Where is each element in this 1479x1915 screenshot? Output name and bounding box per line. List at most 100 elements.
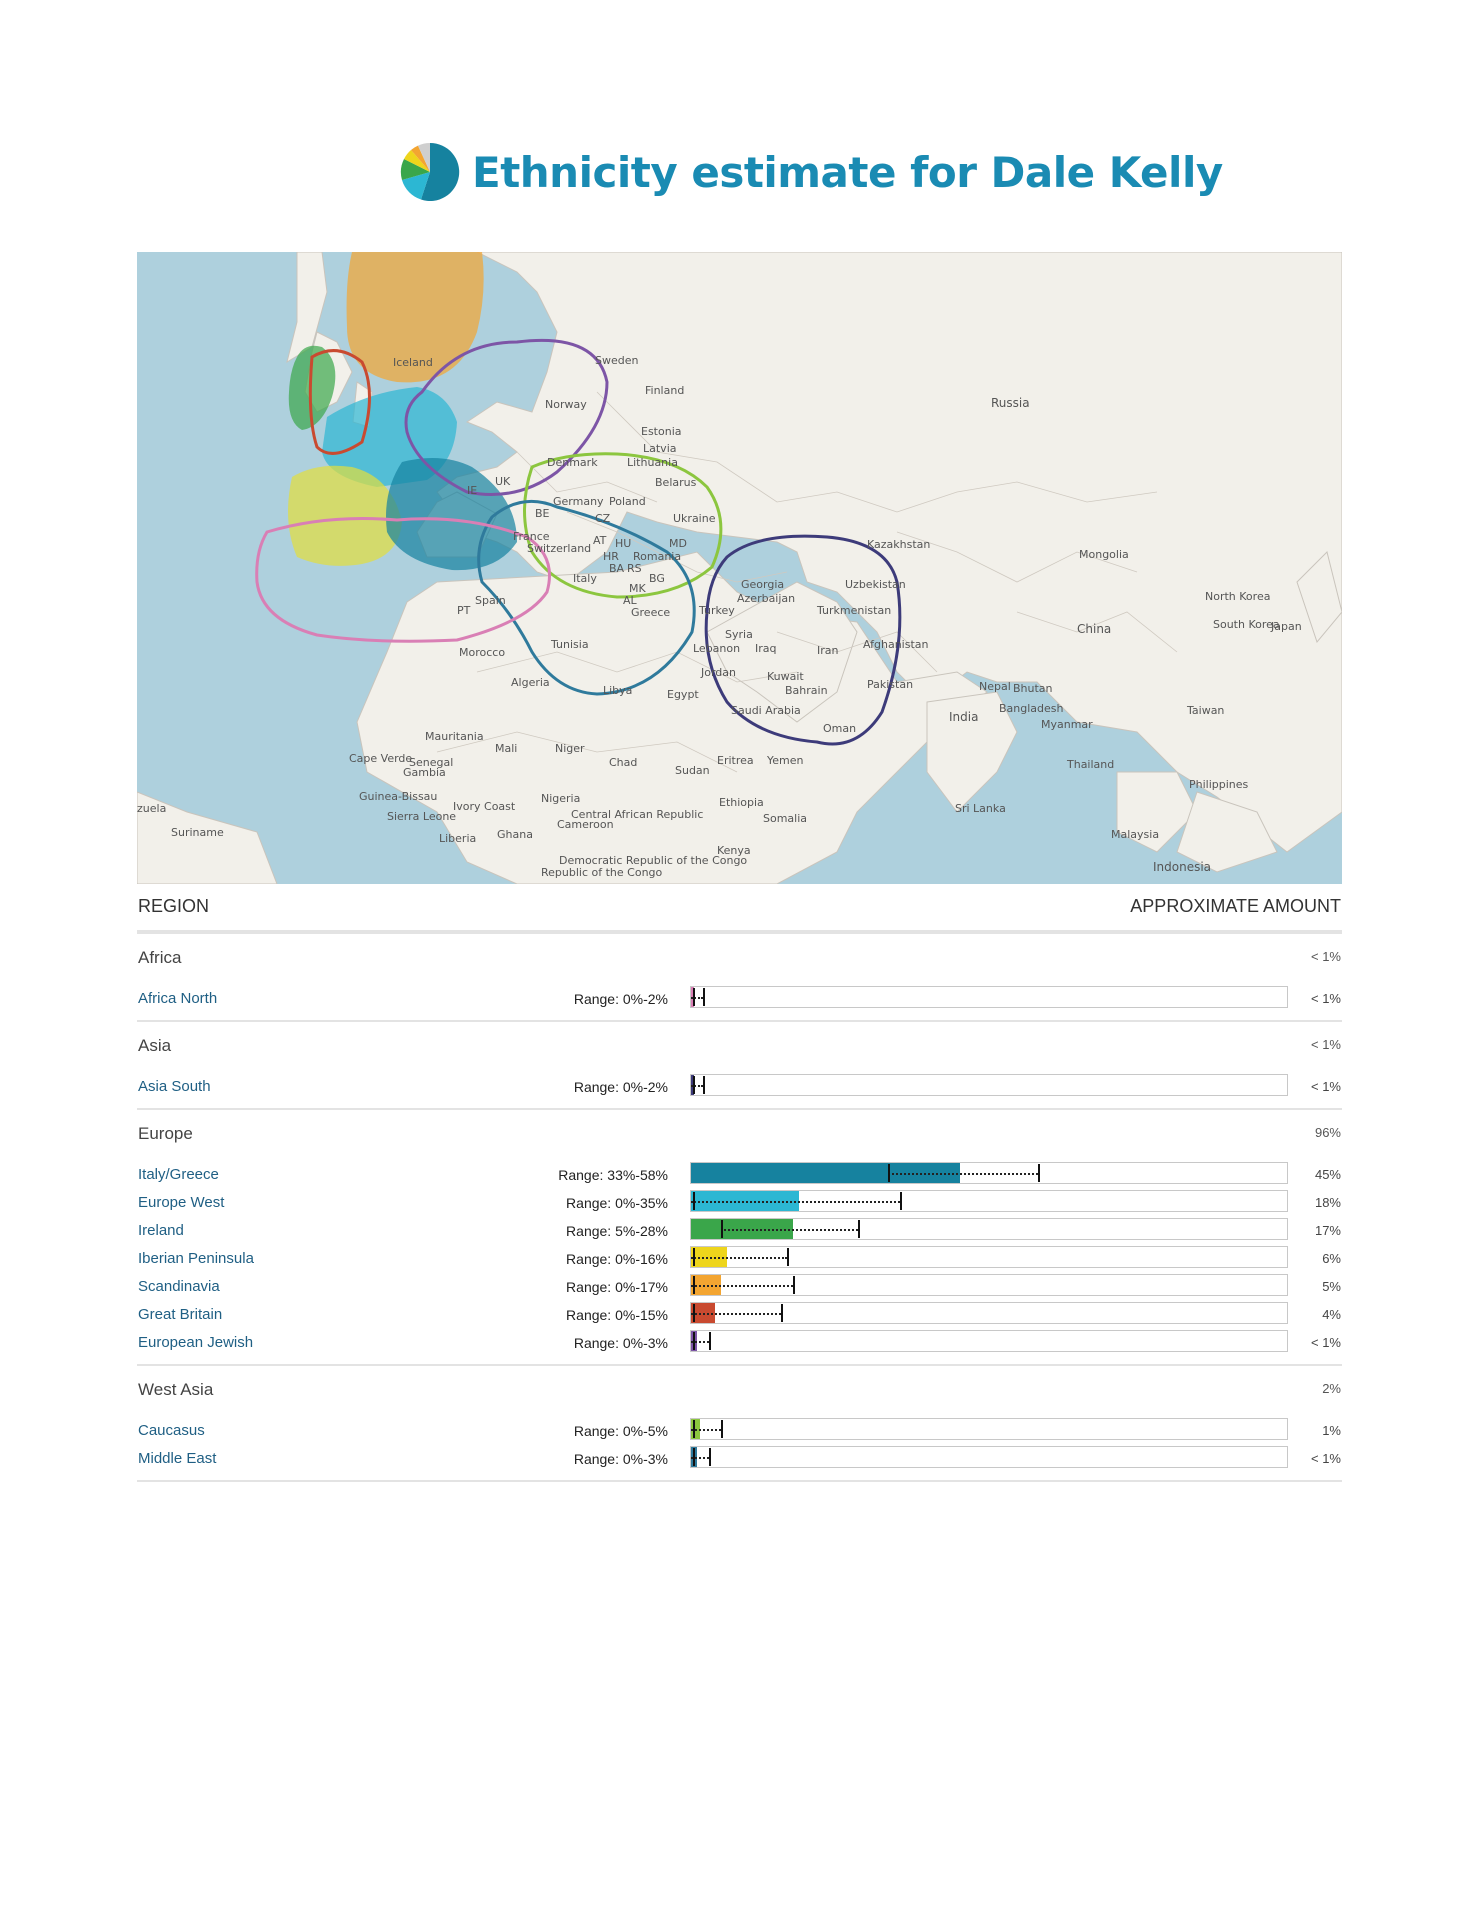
region-row[interactable]: Great Britain Range: 0%-15% 4% (137, 1302, 1342, 1328)
map-label: IE (467, 484, 478, 497)
map-label: Georgia (741, 578, 785, 591)
map-label: Belarus (655, 476, 697, 489)
map-label: Niger (555, 742, 585, 755)
amount-bar (690, 1190, 1288, 1212)
region-row[interactable]: Italy/Greece Range: 33%-58% 45% (137, 1162, 1342, 1188)
map-label: China (1077, 622, 1112, 636)
map-label: Cape Verde (349, 752, 413, 765)
map-label: Kuwait (767, 670, 804, 683)
map-label: Bhutan (1013, 682, 1053, 695)
map-label: Malaysia (1111, 828, 1160, 841)
map-label: Latvia (643, 442, 677, 455)
range-text: Range: 0%-2% (573, 1079, 668, 1095)
region-row[interactable]: Asia South Range: 0%-2% < 1% (137, 1074, 1342, 1100)
region-link[interactable]: Ireland (138, 1222, 184, 1239)
region-column-header: REGION (138, 896, 210, 916)
region-link[interactable]: European Jewish (138, 1334, 253, 1351)
ethnicity-map[interactable]: Iceland Sweden Finland Norway Russia Estonia L… (137, 252, 1342, 884)
map-label: Russia (991, 396, 1030, 410)
map-label: HU (615, 537, 632, 550)
amount-text: 18% (1314, 1195, 1341, 1210)
map-label: Mongolia (1079, 548, 1129, 561)
map-label: Pakistan (867, 678, 914, 691)
amount-text: < 1% (1311, 1079, 1341, 1094)
amount-bar (690, 1274, 1288, 1296)
range-low-tick (888, 1164, 891, 1182)
amount-bar (690, 1162, 1288, 1184)
map-label: Guinea-Bissau (359, 790, 438, 803)
range-line (691, 1257, 787, 1259)
region-row[interactable]: Middle East Range: 0%-3% < 1% (137, 1446, 1342, 1472)
map-label: Liberia (439, 832, 477, 845)
amount-text: 6% (1322, 1251, 1341, 1266)
map-label: Egypt (667, 688, 699, 701)
region-link[interactable]: Asia South (138, 1078, 211, 1095)
page-title: Ethnicity estimate for Dale Kelly (472, 148, 1223, 197)
map-label: Estonia (641, 425, 682, 438)
region-link[interactable]: Italy/Greece (138, 1166, 219, 1183)
map-label: Jordan (701, 666, 736, 679)
map-label: Bahrain (785, 684, 828, 697)
map-label: UK (495, 475, 511, 488)
map-label: Myanmar (1041, 718, 1093, 731)
map-label: India (949, 710, 979, 724)
group-name: Europe (138, 1124, 193, 1143)
amount-text: < 1% (1311, 1451, 1341, 1466)
map-label: Bangladesh (999, 702, 1064, 715)
map-label: CZ (595, 512, 611, 525)
range-high-tick (708, 1332, 711, 1350)
map-label: Somalia (763, 812, 808, 825)
region-row[interactable]: Africa North Range: 0%-2% < 1% (137, 986, 1342, 1012)
amount-text: < 1% (1311, 1335, 1341, 1350)
map-label: Republic of the Congo (541, 866, 663, 879)
range-low-tick (693, 1248, 695, 1266)
map-label: Libya (603, 684, 633, 697)
map-label: Cameroon (557, 818, 614, 831)
region-link[interactable]: Great Britain (138, 1306, 222, 1323)
range-low-tick (693, 1448, 695, 1466)
range-line (691, 1429, 721, 1431)
region-link[interactable]: Europe West (138, 1194, 224, 1211)
map-label: Saudi Arabia (731, 704, 801, 717)
region-row[interactable]: European Jewish Range: 0%-3% < 1% (137, 1330, 1342, 1356)
range-high-tick (702, 1076, 705, 1094)
group-name: Asia (138, 1036, 172, 1055)
range-line (691, 1285, 793, 1287)
region-row[interactable]: Scandinavia Range: 0%-17% 5% (137, 1274, 1342, 1300)
map-base (137, 252, 1342, 884)
region-row[interactable]: Caucasus Range: 0%-5% 1% (137, 1418, 1342, 1444)
map-label: Denmark (547, 456, 598, 469)
page-header: Ethnicity estimate for Dale Kelly (0, 136, 1479, 206)
region-row[interactable]: Ireland Range: 5%-28% 17% (137, 1218, 1342, 1244)
region-link[interactable]: Iberian Peninsula (138, 1250, 254, 1267)
map-label: Spain (475, 594, 506, 607)
region-link[interactable]: Caucasus (138, 1422, 205, 1439)
amount-bar (690, 1074, 1288, 1096)
amount-bar (690, 1218, 1288, 1240)
map-label: Indonesia (1153, 860, 1212, 874)
map-label: Nigeria (541, 792, 581, 805)
range-high-tick (900, 1192, 903, 1210)
map-label: Syria (725, 628, 753, 641)
range-high-tick (858, 1220, 861, 1238)
map-label: Philippines (1189, 778, 1249, 791)
region-link[interactable]: Scandinavia (138, 1278, 220, 1295)
region-row[interactable]: Europe West Range: 0%-35% 18% (137, 1190, 1342, 1216)
group-percentage: < 1% (1311, 1037, 1341, 1052)
amount-bar (690, 1302, 1288, 1324)
region-link[interactable]: Middle East (138, 1450, 216, 1467)
group-percentage: 96% (1314, 1125, 1341, 1140)
map-label: Mali (495, 742, 518, 755)
range-low-tick (693, 1304, 695, 1322)
map-label: MD (669, 537, 687, 550)
range-low-tick (693, 1192, 695, 1210)
map-label: Nepal (979, 680, 1011, 693)
range-low-tick (693, 1276, 695, 1294)
map-label: Italy (573, 572, 597, 585)
group-name: West Asia (138, 1380, 214, 1399)
map-label: AT (593, 534, 607, 547)
map-label: Iceland (393, 356, 433, 369)
region-row[interactable]: Iberian Peninsula Range: 0%-16% 6% (137, 1246, 1342, 1272)
ethnicity-table: REGION APPROXIMATE AMOUNT Africa < 1% Afri… (137, 890, 1342, 1482)
region-link[interactable]: Africa North (138, 990, 217, 1007)
